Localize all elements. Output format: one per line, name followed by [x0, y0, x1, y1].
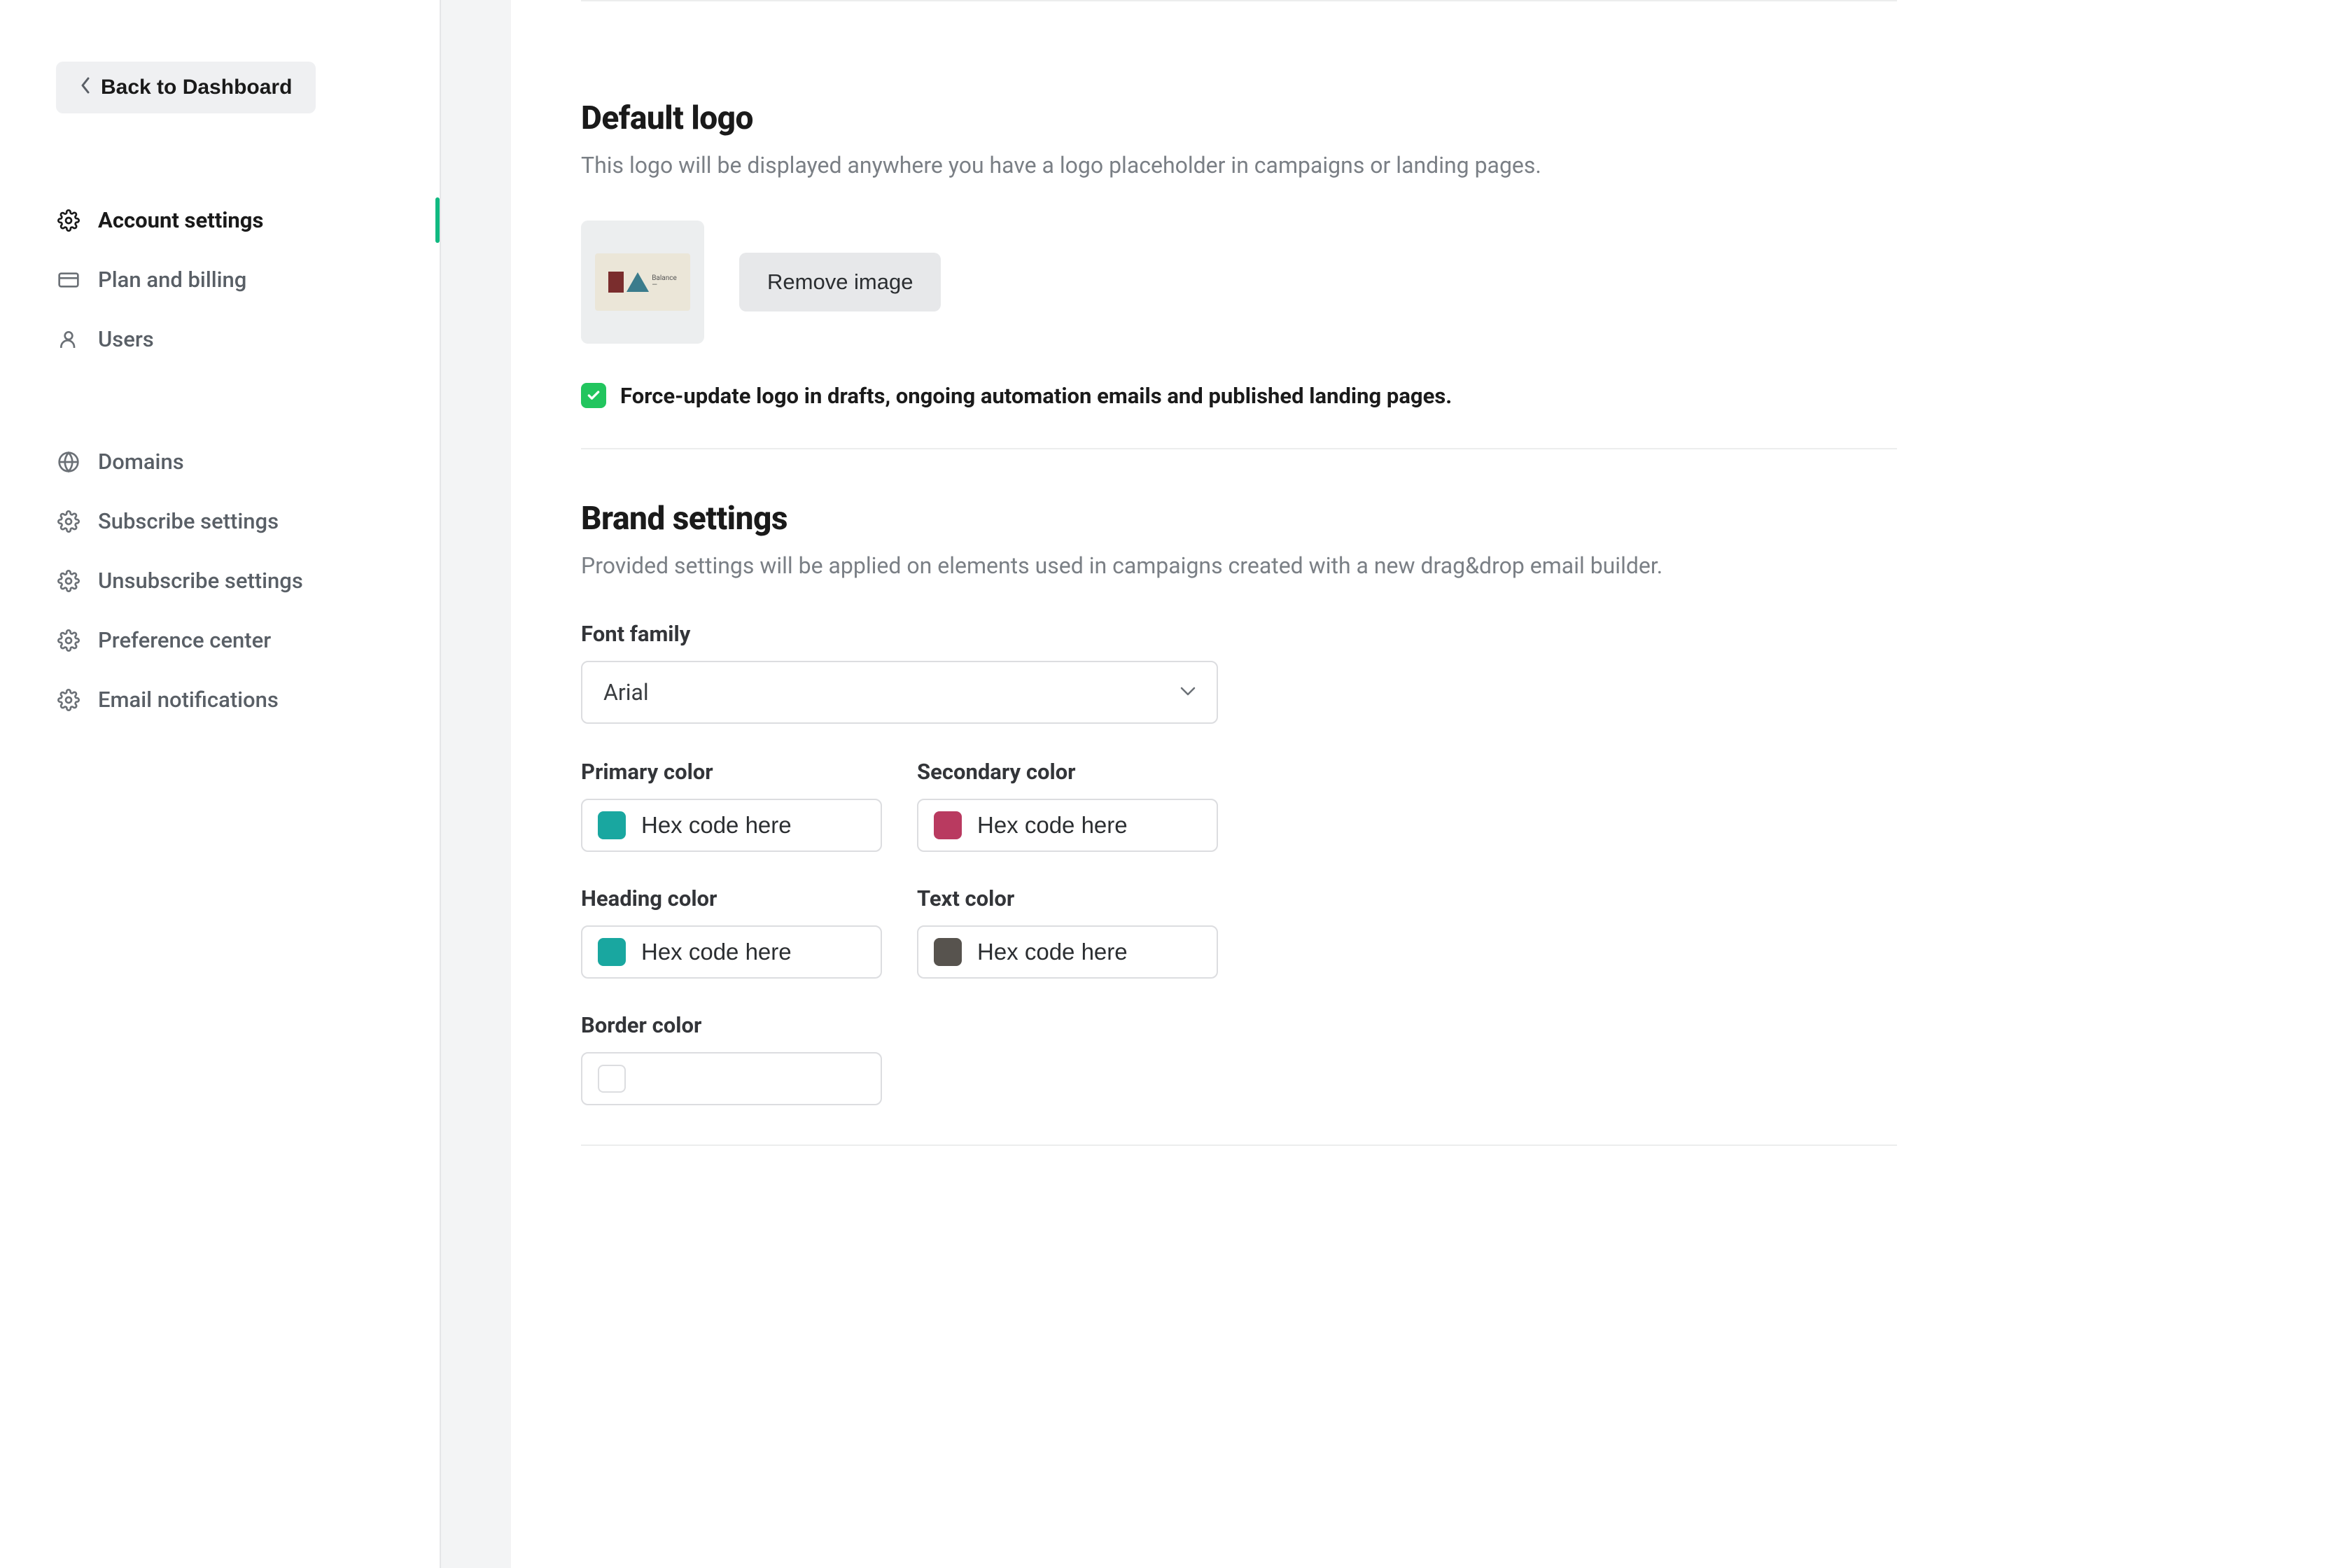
sidebar-item-users[interactable]: Users: [0, 309, 440, 369]
sidebar-item-label: Account settings: [98, 207, 263, 233]
brand-settings-title: Brand settings: [581, 500, 1897, 538]
text-color-label: Text color: [917, 886, 1218, 911]
secondary-color-field: Secondary color: [917, 759, 1218, 852]
settings-sidebar: Back to Dashboard Account settings Plan …: [0, 0, 441, 1568]
sidebar-item-label: Plan and billing: [98, 267, 246, 293]
sidebar-item-label: Email notifications: [98, 687, 279, 713]
card-icon: [56, 267, 81, 293]
brand-settings-description: Provided settings will be applied on ele…: [581, 550, 1897, 582]
default-logo-description: This logo will be displayed anywhere you…: [581, 150, 1897, 181]
gear-icon: [56, 568, 81, 594]
secondary-color-input[interactable]: [977, 812, 1275, 839]
logo-preview-box[interactable]: Balance—: [581, 220, 704, 344]
gear-icon: [56, 509, 81, 534]
primary-color-field: Primary color: [581, 759, 882, 852]
logo-image: Balance—: [595, 253, 690, 311]
sidebar-item-label: Domains: [98, 449, 184, 475]
gear-icon: [56, 628, 81, 653]
font-family-value: Arial: [603, 679, 649, 706]
font-family-label: Font family: [581, 621, 1897, 647]
gear-icon: [56, 208, 81, 233]
border-color-field: Border color: [581, 1012, 1897, 1105]
gear-icon: [56, 687, 81, 713]
sidebar-item-unsubscribe-settings[interactable]: Unsubscribe settings: [0, 551, 440, 610]
secondary-color-input-wrap[interactable]: [917, 799, 1218, 852]
border-color-label: Border color: [581, 1012, 1897, 1038]
default-logo-section: Default logo This logo will be displayed…: [581, 0, 1897, 449]
primary-color-input-wrap[interactable]: [581, 799, 882, 852]
text-color-swatch[interactable]: [934, 938, 962, 966]
text-color-input[interactable]: [977, 939, 1275, 965]
chevron-left-icon: [80, 76, 91, 99]
text-color-field: Text color: [917, 886, 1218, 979]
heading-color-label: Heading color: [581, 886, 882, 911]
force-update-checkbox[interactable]: [581, 383, 606, 408]
nav-group-account: Account settings Plan and billing Users: [0, 190, 440, 369]
sidebar-item-domains[interactable]: Domains: [0, 432, 440, 491]
text-color-input-wrap[interactable]: [917, 925, 1218, 979]
nav-group-system: Domains Subscribe settings Unsubscribe s…: [0, 432, 440, 729]
sidebar-item-label: Users: [98, 326, 154, 352]
back-label: Back to Dashboard: [101, 76, 292, 99]
user-icon: [56, 327, 81, 352]
sidebar-item-subscribe-settings[interactable]: Subscribe settings: [0, 491, 440, 551]
heading-color-input-wrap[interactable]: [581, 925, 882, 979]
sidebar-item-preference-center[interactable]: Preference center: [0, 610, 440, 670]
border-color-input-wrap[interactable]: [581, 1052, 882, 1105]
primary-color-label: Primary color: [581, 759, 882, 785]
border-color-swatch[interactable]: [598, 1065, 626, 1093]
secondary-color-label: Secondary color: [917, 759, 1218, 785]
heading-color-swatch[interactable]: [598, 938, 626, 966]
primary-color-input[interactable]: [641, 812, 939, 839]
content-area: Default logo This logo will be displayed…: [441, 0, 2352, 1568]
brand-settings-section: Brand settings Provided settings will be…: [581, 449, 1897, 1146]
sidebar-item-account-settings[interactable]: Account settings: [0, 190, 440, 250]
remove-image-button[interactable]: Remove image: [739, 253, 941, 312]
heading-color-input[interactable]: [641, 939, 939, 965]
sidebar-item-label: Preference center: [98, 627, 271, 653]
font-family-select[interactable]: Arial: [581, 661, 1218, 724]
border-color-input[interactable]: [641, 1065, 939, 1092]
primary-color-swatch[interactable]: [598, 811, 626, 839]
heading-color-field: Heading color: [581, 886, 882, 979]
sidebar-item-plan-billing[interactable]: Plan and billing: [0, 250, 440, 309]
force-update-label: Force-update logo in drafts, ongoing aut…: [620, 383, 1452, 409]
sidebar-item-label: Unsubscribe settings: [98, 568, 303, 594]
secondary-color-swatch[interactable]: [934, 811, 962, 839]
sidebar-item-email-notifications[interactable]: Email notifications: [0, 670, 440, 729]
chevron-down-icon: [1180, 683, 1196, 701]
globe-icon: [56, 449, 81, 475]
default-logo-title: Default logo: [581, 99, 1897, 137]
sidebar-item-label: Subscribe settings: [98, 508, 279, 534]
back-to-dashboard-button[interactable]: Back to Dashboard: [56, 62, 316, 113]
